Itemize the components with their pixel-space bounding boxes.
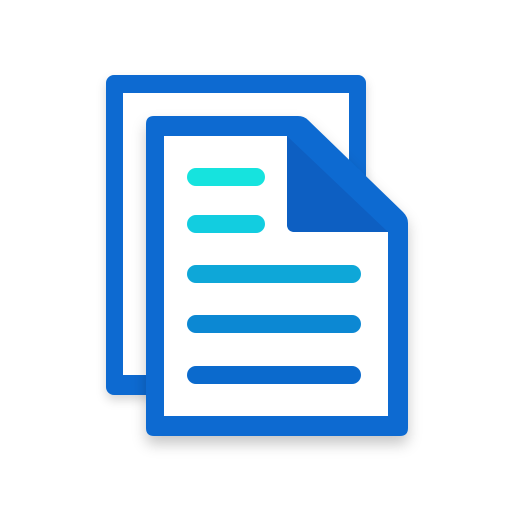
documents-icon bbox=[0, 0, 512, 512]
documents-icon-graphic bbox=[106, 75, 408, 436]
